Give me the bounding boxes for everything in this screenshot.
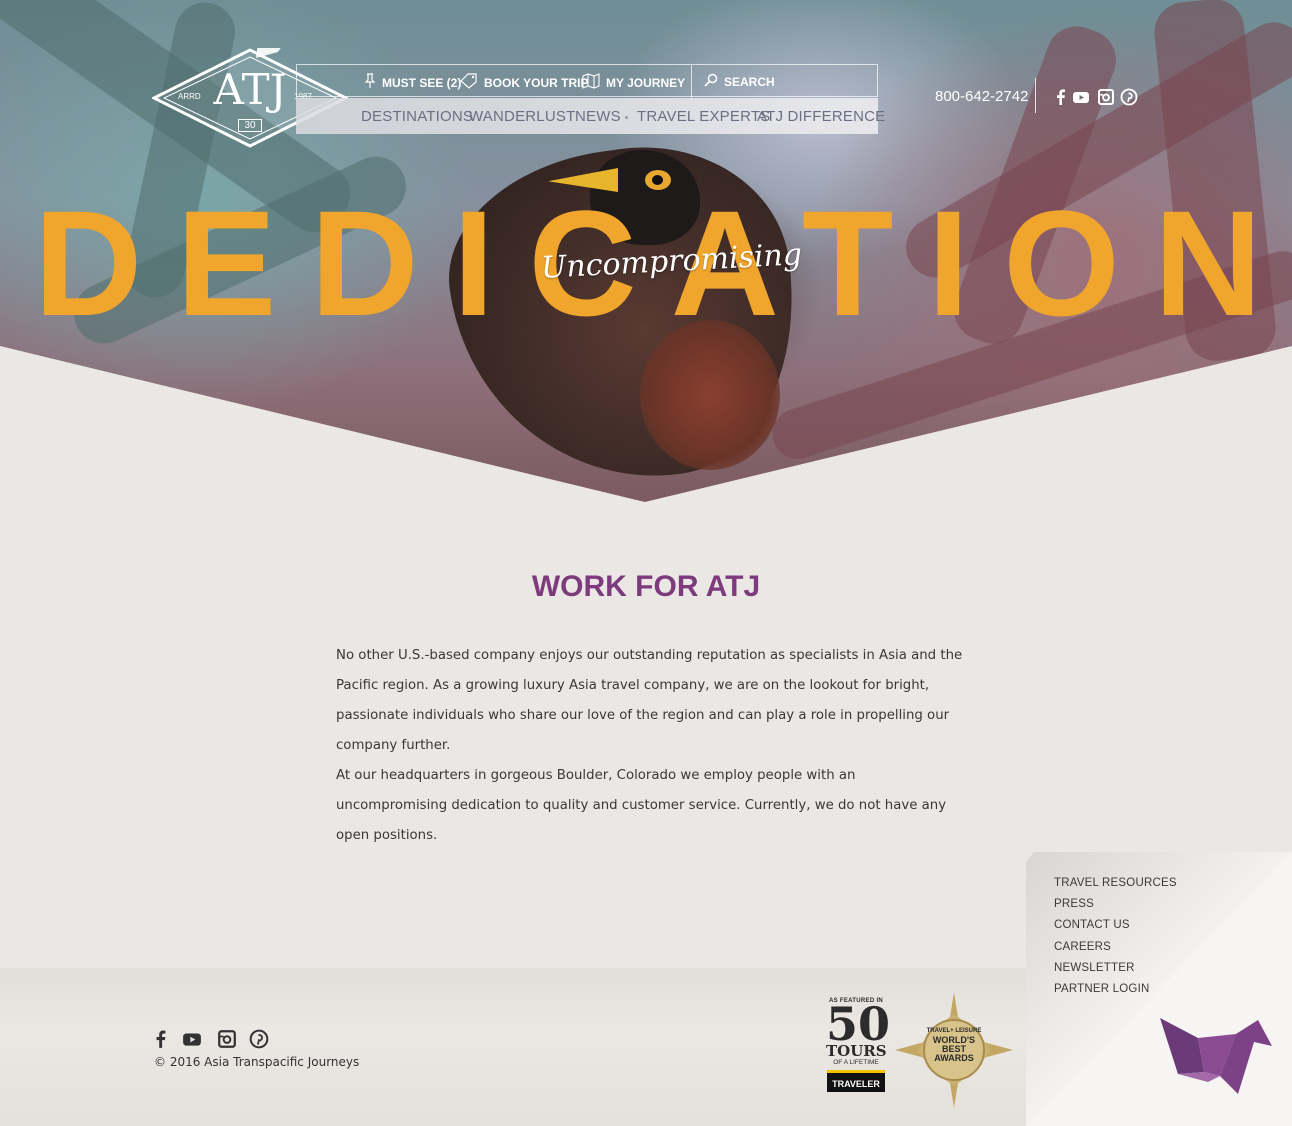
tag-icon xyxy=(460,73,478,92)
nav-separator xyxy=(625,116,628,119)
pinterest-icon[interactable] xyxy=(1120,88,1138,106)
header-divider xyxy=(1035,78,1036,113)
logo-badge: 30 xyxy=(238,119,262,132)
footer-link-travel-resources[interactable]: TRAVEL RESOURCES xyxy=(1054,877,1177,889)
headquarters-paragraph: At our headquarters in gorgeous Boulder,… xyxy=(336,768,947,843)
map-icon xyxy=(582,73,600,92)
badge-number: 50 xyxy=(826,997,891,1051)
nav-travel-experts[interactable]: TRAVEL EXPERTS xyxy=(637,108,770,125)
nav-atj-difference[interactable]: ATJ DIFFERENCE xyxy=(757,108,885,125)
must-see-link[interactable]: MUST SEE (2) xyxy=(364,73,461,92)
50-tours-badge: AS FEATURED IN 50 TOURS OF A LIFETIME TR… xyxy=(826,997,891,1100)
pinterest-icon[interactable] xyxy=(249,1029,269,1049)
must-see-label: MUST SEE (2) xyxy=(382,75,462,90)
copyright: © 2016 Asia Transpacific Journeys xyxy=(154,1055,360,1069)
pin-icon xyxy=(364,73,376,92)
nav-news[interactable]: NEWS xyxy=(575,108,621,125)
badge-brand: TRAVELER xyxy=(827,1070,885,1092)
book-trip-link[interactable]: BOOK YOUR TRIP xyxy=(460,73,588,92)
logo-text: ATJ xyxy=(213,65,287,114)
nav-wanderlust[interactable]: WANDERLUST xyxy=(469,108,575,125)
footer-link-press[interactable]: PRESS xyxy=(1054,898,1094,910)
footer-link-partner-login[interactable]: PARTNER LOGIN xyxy=(1054,983,1149,995)
search-icon xyxy=(704,73,718,90)
facebook-icon[interactable] xyxy=(1052,88,1070,106)
nav-destinations[interactable]: DESTINATIONS xyxy=(361,108,473,125)
footer-link-careers[interactable]: CAREERS xyxy=(1054,941,1111,953)
badge-life: OF A LIFETIME xyxy=(833,1059,879,1066)
my-journey-label: MY JOURNEY xyxy=(606,75,686,90)
crane-icon xyxy=(1160,1018,1272,1094)
facebook-icon[interactable] xyxy=(151,1029,171,1049)
search-input[interactable]: SEARCH xyxy=(704,73,775,90)
youtube-icon[interactable] xyxy=(1072,88,1090,106)
book-trip-label: BOOK YOUR TRIP xyxy=(484,75,589,90)
youtube-icon[interactable] xyxy=(182,1029,202,1049)
award-text: TRAVEL+ LEISURE WORLD'S BEST AWARDS xyxy=(918,1027,990,1063)
instagram-icon[interactable] xyxy=(1097,88,1115,106)
logo-left: ARRD xyxy=(178,92,201,101)
footer-link-contact-us[interactable]: CONTACT US xyxy=(1054,919,1130,931)
instagram-icon[interactable] xyxy=(217,1029,237,1049)
footer-link-newsletter[interactable]: NEWSLETTER xyxy=(1054,962,1135,974)
award-line4: AWARDS xyxy=(934,1053,974,1063)
my-journey-link[interactable]: MY JOURNEY xyxy=(582,73,685,92)
search-placeholder: SEARCH xyxy=(724,74,775,89)
phone-number[interactable]: 800-642-2742 xyxy=(935,88,1028,105)
badge-tours: TOURS xyxy=(826,1042,887,1060)
page-title: WORK FOR ATJ xyxy=(531,570,761,603)
intro-paragraph: No other U.S.-based company enjoys our o… xyxy=(336,648,963,753)
